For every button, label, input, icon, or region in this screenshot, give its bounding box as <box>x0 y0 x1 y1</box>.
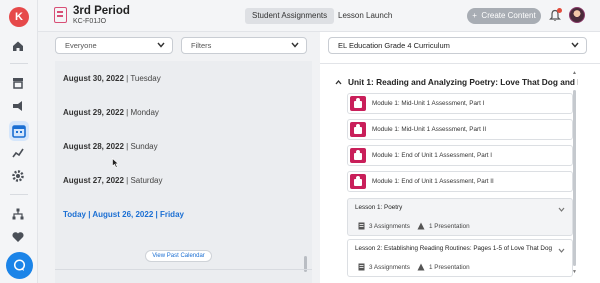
assessment-item[interactable]: Module 1: Mid-Unit 1 Assessment, Part I <box>347 93 573 114</box>
megaphone-icon[interactable] <box>11 99 27 115</box>
rail-divider <box>10 194 28 195</box>
scroll-down-icon[interactable]: ▼ <box>572 269 577 275</box>
chevron-down-icon <box>571 42 579 48</box>
lesson-card[interactable]: Lesson 2: Establishing Reading Routines:… <box>347 239 573 277</box>
chat-icon <box>13 259 26 271</box>
presentation-icon <box>417 222 425 230</box>
tab-lesson-launch[interactable]: Lesson Launch <box>331 8 399 24</box>
store-icon[interactable] <box>11 76 27 92</box>
presentation-icon <box>417 263 425 271</box>
document-icon <box>358 263 365 271</box>
chat-button[interactable] <box>6 252 33 279</box>
curriculum-value: EL Education Grade 4 Curriculum <box>338 41 450 50</box>
filters-value: Filters <box>191 41 212 50</box>
date-row[interactable]: August 28, 2022 | Sunday <box>63 142 158 151</box>
hierarchy-icon[interactable] <box>11 207 27 223</box>
assessment-icon <box>350 96 366 111</box>
filters-select[interactable]: Filters <box>181 37 307 54</box>
assessment-icon <box>350 148 366 163</box>
notification-dot <box>557 8 562 13</box>
curriculum-scrollbar[interactable] <box>573 90 576 266</box>
assessment-icon <box>350 174 366 189</box>
assessment-item[interactable]: Module 1: Mid-Unit 1 Assessment, Part II <box>347 119 573 140</box>
create-content-button[interactable]: + Create Content <box>467 8 541 24</box>
rail-divider <box>10 63 28 64</box>
assignments-count: 3 Assignments <box>369 264 410 271</box>
assignments-count: 3 Assignments <box>369 223 410 230</box>
unit-title[interactable]: Unit 1: Reading and Analyzing Poetry: Lo… <box>348 77 578 87</box>
chevron-down-icon[interactable] <box>558 248 565 253</box>
date-row-today[interactable]: Today | August 26, 2022 | Friday <box>63 210 184 219</box>
assessment-item[interactable]: Module 1: End of Unit 1 Assessment, Part… <box>347 171 573 192</box>
view-past-calendar-button[interactable]: View Past Calendar <box>145 250 212 262</box>
audience-value: Everyone <box>65 41 97 50</box>
date-row[interactable]: August 27, 2022 | Saturday <box>63 176 162 185</box>
gear-icon[interactable] <box>11 169 27 185</box>
date-row[interactable]: August 30, 2022 | Tuesday <box>63 74 161 83</box>
heart-icon[interactable] <box>11 230 27 246</box>
chevron-down-icon <box>157 42 165 48</box>
avatar[interactable] <box>569 7 585 23</box>
class-roster-icon <box>54 7 67 23</box>
lesson-card[interactable]: Lesson 1: Poetry 3 Assignments 1 Present… <box>347 198 573 236</box>
lesson-title: Lesson 2: Establishing Reading Routines:… <box>355 245 552 252</box>
curriculum-panel: EL Education Grade 4 Curriculum Unit 1: … <box>320 32 600 283</box>
divider <box>55 269 312 270</box>
audience-select[interactable]: Everyone <box>55 37 173 54</box>
chart-icon[interactable] <box>11 146 27 162</box>
assessment-item[interactable]: Module 1: End of Unit 1 Assessment, Part… <box>347 145 573 166</box>
plus-icon: + <box>472 11 477 20</box>
presentations-count: 1 Presentation <box>429 223 470 230</box>
assessment-icon <box>350 122 366 137</box>
calendar-panel: Everyone Filters August 30, 2022 | Tuesd… <box>55 32 312 283</box>
tab-student-assignments[interactable]: Student Assignments <box>245 8 335 24</box>
sidebar-rail: K <box>0 0 38 283</box>
home-icon[interactable] <box>11 39 27 55</box>
lesson-title: Lesson 1: Poetry <box>355 204 403 211</box>
class-title: 3rd Period <box>73 5 130 17</box>
date-row[interactable]: August 29, 2022 | Monday <box>63 108 159 117</box>
calendar-icon[interactable] <box>9 121 29 141</box>
divider <box>320 63 600 64</box>
top-bar: 3rd Period KC-F01JO Student Assignments … <box>38 0 600 32</box>
chevron-down-icon[interactable] <box>558 207 565 212</box>
app-logo[interactable]: K <box>9 7 29 27</box>
document-icon <box>358 222 365 230</box>
chevron-up-icon[interactable] <box>335 80 342 85</box>
mouse-cursor-icon <box>112 158 119 168</box>
curriculum-select[interactable]: EL Education Grade 4 Curriculum <box>328 37 587 54</box>
create-content-label: Create Content <box>481 11 536 20</box>
class-code: KC-F01JO <box>73 18 107 25</box>
scroll-up-icon[interactable]: ▲ <box>572 70 577 76</box>
presentations-count: 1 Presentation <box>429 264 470 271</box>
chevron-down-icon <box>291 42 299 48</box>
